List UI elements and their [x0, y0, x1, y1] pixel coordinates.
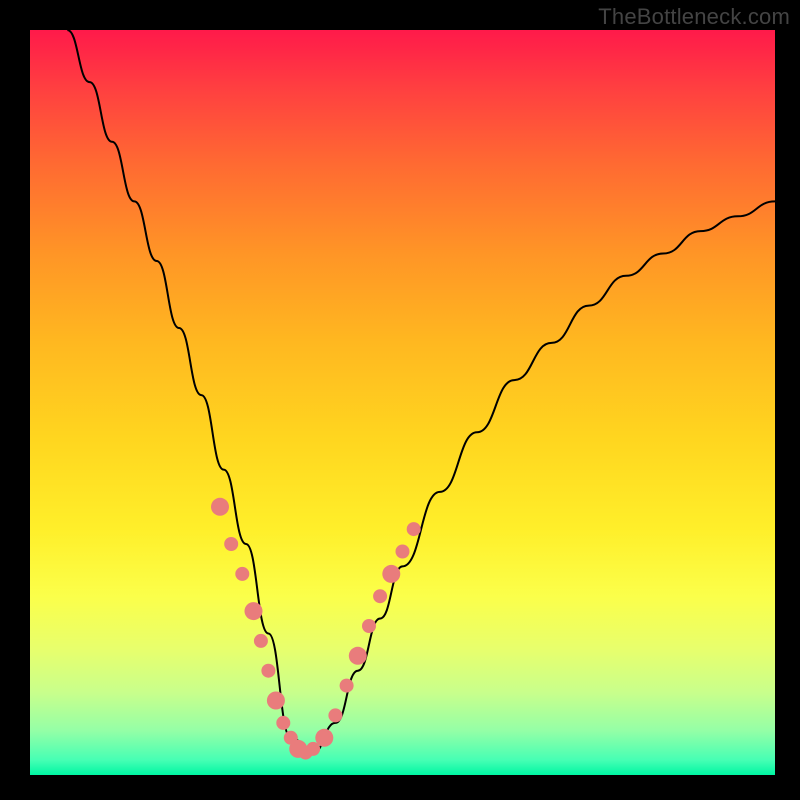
highlight-dot [235, 567, 249, 581]
highlight-dot [267, 692, 285, 710]
highlight-dot [362, 619, 376, 633]
highlight-dot [340, 679, 354, 693]
chart-wrapper: TheBottleneck.com [0, 0, 800, 800]
highlight-dot [396, 545, 410, 559]
plot-area [30, 30, 775, 775]
highlight-dot [261, 664, 275, 678]
highlight-dot [407, 522, 421, 536]
highlight-dot [315, 729, 333, 747]
curve-svg [30, 30, 775, 775]
dot-layer [211, 498, 421, 760]
highlight-dot [211, 498, 229, 516]
highlight-dot [254, 634, 268, 648]
highlight-dot [349, 647, 367, 665]
highlight-dot [373, 589, 387, 603]
watermark-text: TheBottleneck.com [598, 4, 790, 30]
highlight-dot [245, 602, 263, 620]
highlight-dot [382, 565, 400, 583]
highlight-dot [276, 716, 290, 730]
bottleneck-curve [67, 30, 775, 753]
highlight-dot [328, 708, 342, 722]
highlight-dot [224, 537, 238, 551]
